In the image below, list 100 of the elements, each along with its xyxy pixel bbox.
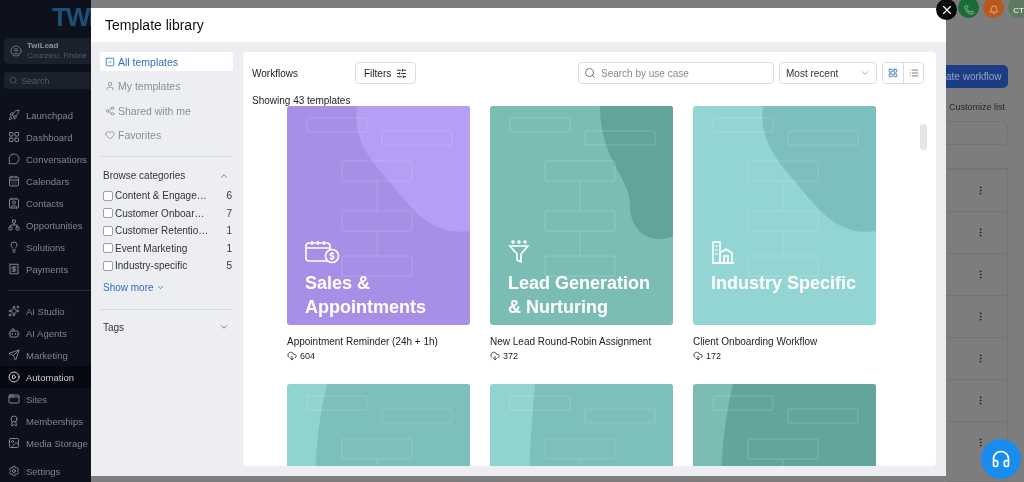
dashboard-icon <box>8 131 20 143</box>
category-count: 6 <box>226 190 232 202</box>
checkbox[interactable] <box>103 225 113 236</box>
nav-item[interactable]: Conversations <box>0 148 91 170</box>
template-title: Client Onboarding Workflow <box>693 336 819 347</box>
nav-item[interactable]: Opportunities <box>0 214 91 236</box>
category-count: 1 <box>226 242 232 254</box>
panel-title: Workflows <box>252 67 299 79</box>
checkbox[interactable] <box>103 243 113 254</box>
section-title: Tags <box>103 321 125 333</box>
show-more-link[interactable]: Show more <box>100 281 233 293</box>
category-count: 5 <box>226 260 232 272</box>
sparkles-icon <box>8 305 20 317</box>
settings-icon <box>8 465 20 477</box>
template-card[interactable]: Sales & Appointments <box>287 106 470 325</box>
receipt-icon <box>8 263 20 275</box>
scrollbar-thumb[interactable] <box>920 124 927 150</box>
bell-icon <box>988 5 999 15</box>
search-icon <box>9 76 18 85</box>
buildings-icon <box>711 240 735 264</box>
download-icon <box>490 351 500 361</box>
nav-item[interactable]: AI Studio <box>0 300 91 322</box>
nav-item[interactable]: Payments <box>0 258 91 280</box>
support-button[interactable] <box>981 439 1021 479</box>
account-name: TwiLead <box>27 41 60 51</box>
nav-item[interactable]: Contacts <box>0 192 91 214</box>
close-button[interactable] <box>936 0 957 20</box>
chevron-down-icon[interactable] <box>219 322 229 332</box>
nav-item[interactable]: Media Storage <box>0 432 91 454</box>
nav-item[interactable]: Dashboard <box>0 126 91 148</box>
library-nav-item[interactable]: My templates <box>100 76 233 96</box>
search-field[interactable]: Search by use case <box>578 62 774 84</box>
category-label: Content & Engage… <box>115 190 208 202</box>
award-icon <box>8 415 20 427</box>
card-heading: Sales & Appointments <box>305 272 427 319</box>
download-count: 604 <box>300 351 316 361</box>
heart-icon <box>105 130 115 140</box>
user-icon <box>105 81 115 91</box>
library-nav-item[interactable]: Shared with me <box>100 101 233 120</box>
phone-icon <box>963 5 974 15</box>
download-count: 172 <box>706 351 722 361</box>
sliders-icon <box>396 67 408 79</box>
nav-item[interactable]: Calendars <box>0 170 91 192</box>
category-count: 7 <box>226 207 232 219</box>
nav-item[interactable]: Sites <box>0 388 91 410</box>
play-circle-icon <box>8 371 20 383</box>
nav-item[interactable]: AI Agents <box>0 322 91 344</box>
contact-card-icon <box>8 197 20 209</box>
grid-icon <box>888 68 898 78</box>
checkbox[interactable] <box>103 190 113 201</box>
library-nav-item[interactable]: Favorites <box>100 125 233 145</box>
nav-item[interactable]: Memberships <box>0 410 91 432</box>
image-icon <box>8 437 20 449</box>
category-label: Industry-specific <box>115 260 189 272</box>
category-count: 1 <box>226 225 232 237</box>
library-nav-item[interactable]: All templates <box>100 52 233 71</box>
nav-item[interactable]: Solutions <box>0 236 91 258</box>
nav-item[interactable]: Settings <box>0 460 91 482</box>
network-icon <box>8 219 20 231</box>
create-workflow-button[interactable]: ate workflow <box>946 65 1008 88</box>
category-label: Customer Retentio… <box>115 225 210 237</box>
dialog-title: Template library <box>105 17 204 33</box>
chat-bubble-icon <box>8 153 20 165</box>
window-icon <box>8 393 20 405</box>
calendar-icon <box>8 175 20 187</box>
checkbox[interactable] <box>103 260 113 271</box>
template-title: New Lead Round-Robin Assignment <box>490 336 653 347</box>
checkbox-icon <box>105 56 115 67</box>
share-icon <box>105 105 115 116</box>
category-label: Customer Onboar… <box>115 207 206 219</box>
lightbulb-icon <box>8 241 20 253</box>
notifications-button[interactable] <box>983 0 1004 18</box>
card-heading: Industry Specific <box>711 272 858 295</box>
template-title: Appointment Reminder (24h + 1h) <box>287 336 439 347</box>
logo: TWI <box>51 2 91 34</box>
nav-item[interactable]: Automation <box>0 366 91 388</box>
chevron-down-icon <box>860 68 870 78</box>
rocket-icon <box>8 109 20 121</box>
nav-item[interactable]: Marketing <box>0 344 91 366</box>
paper-plane-icon <box>8 349 20 361</box>
results-count: Showing 43 templates <box>251 94 352 106</box>
download-icon <box>693 351 703 361</box>
checkbox[interactable] <box>103 208 113 219</box>
user-avatar-icon <box>10 45 22 57</box>
download-count: 372 <box>503 351 519 361</box>
headset-icon <box>991 449 1011 469</box>
customize-list-link[interactable]: Customize list <box>949 102 1024 112</box>
funnel-icon <box>508 240 530 264</box>
search-icon <box>584 67 596 79</box>
category-label: Event Marketing <box>115 242 189 254</box>
robot-icon <box>8 327 20 339</box>
card-heading: Lead Generation & Nurturing <box>508 272 652 319</box>
list-view-button[interactable] <box>903 63 923 83</box>
user-avatar[interactable]: CT <box>1008 0 1024 18</box>
download-icon <box>287 351 297 361</box>
section-title: Browse categories <box>103 170 186 181</box>
sort-dropdown[interactable]: Most recent <box>779 62 877 84</box>
filters-button[interactable]: Filters <box>355 62 417 84</box>
calendar-coin-icon <box>305 240 341 264</box>
nav-item[interactable]: Launchpad <box>0 104 91 126</box>
